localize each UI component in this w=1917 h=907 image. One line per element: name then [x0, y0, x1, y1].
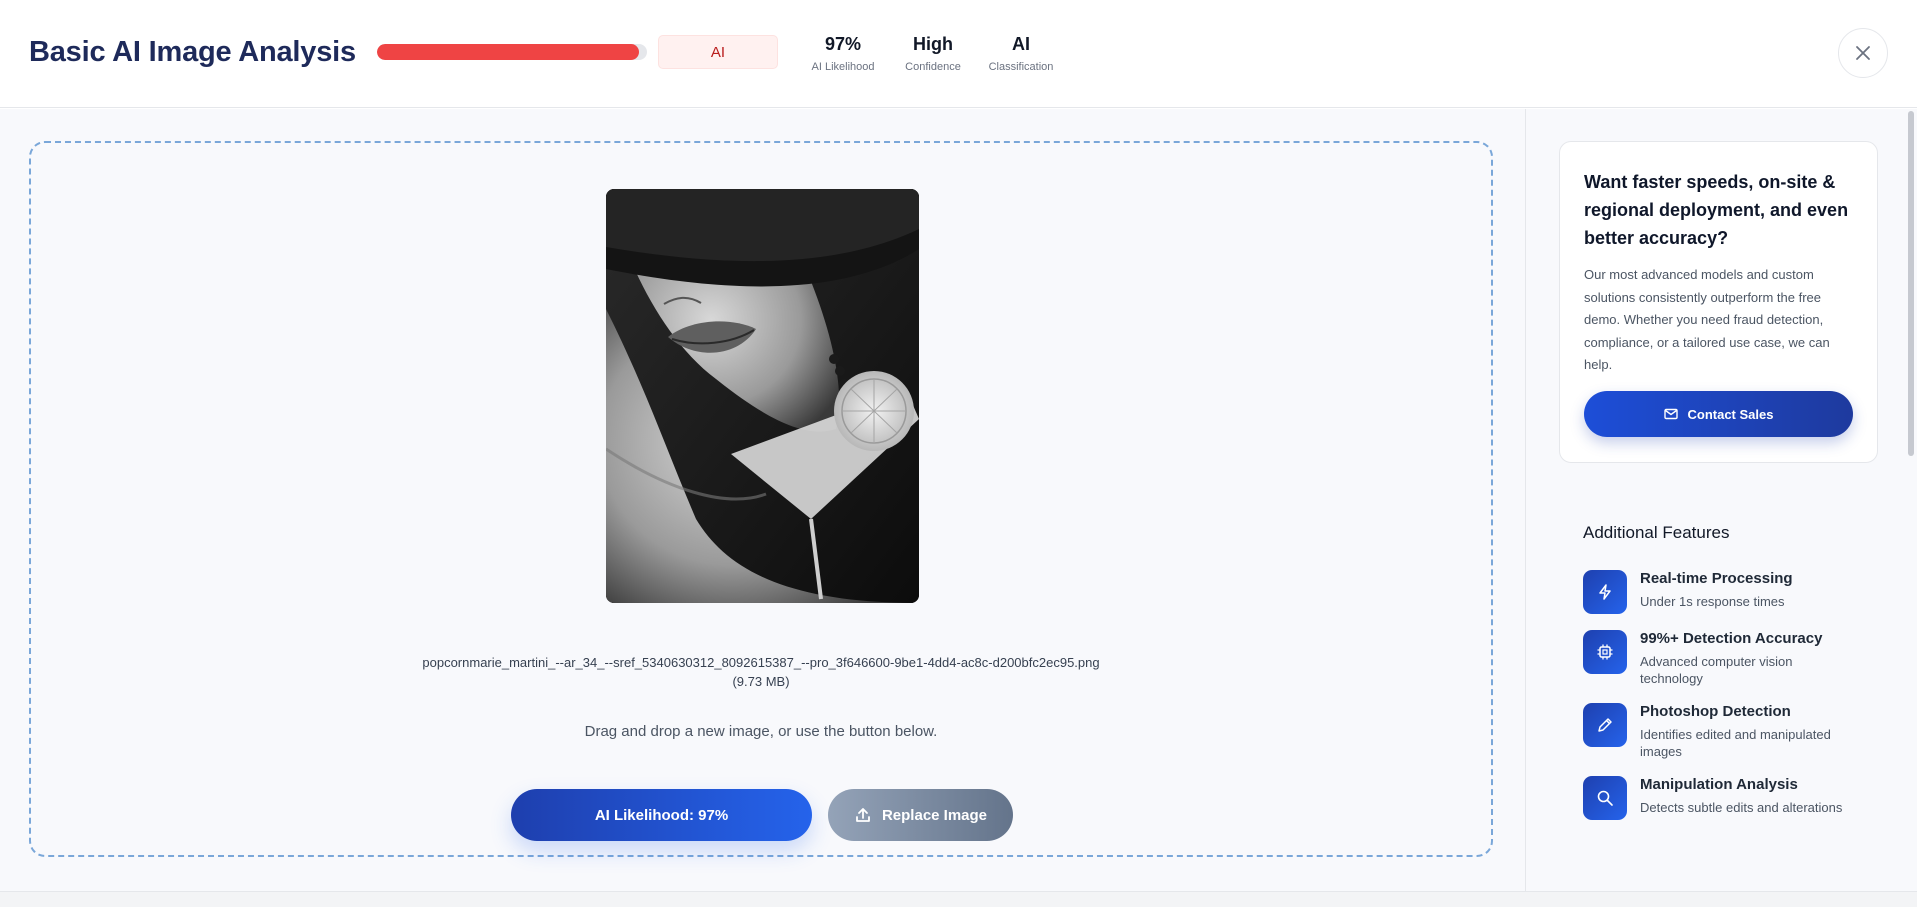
- feature-title: 99%+ Detection Accuracy: [1640, 630, 1823, 647]
- promo-heading: Want faster speeds, on-site & regional d…: [1584, 172, 1849, 248]
- contact-sales-label: Contact Sales: [1687, 406, 1774, 422]
- stat-value: AI: [1012, 34, 1030, 54]
- replace-image-button[interactable]: Replace Image: [828, 789, 1013, 841]
- chip-icon: [1583, 630, 1627, 674]
- sidebar-scrollbar[interactable]: [1908, 111, 1914, 456]
- stat-value: High: [913, 34, 953, 54]
- classification-badge: AI: [658, 35, 778, 69]
- feature-item: Real-time Processing Under 1s response t…: [1583, 570, 1863, 630]
- feature-description: Detects subtle edits and alterations: [1640, 800, 1843, 815]
- file-name: popcornmarie_martini_--ar_34_--sref_5340…: [422, 655, 1100, 689]
- main-area: popcornmarie_martini_--ar_34_--sref_5340…: [0, 109, 1525, 891]
- mail-icon: [1663, 408, 1678, 420]
- feature-description: Under 1s response times: [1640, 594, 1785, 609]
- close-icon: [1856, 46, 1870, 60]
- feature-description: Advanced computer vision technology: [1640, 654, 1793, 686]
- upload-icon: [856, 808, 870, 822]
- search-icon: [1583, 776, 1627, 820]
- close-button[interactable]: [1838, 28, 1888, 78]
- pencil-icon: [1583, 703, 1627, 747]
- header: Basic AI Image Analysis AI 97% AI Likeli…: [0, 0, 1917, 108]
- stat-ai-likelihood: 97% AI Likelihood: [808, 34, 878, 73]
- contact-sales-button[interactable]: Contact Sales: [1584, 391, 1853, 437]
- feature-item: 99%+ Detection Accuracy Advanced compute…: [1583, 630, 1863, 690]
- feature-title: Real-time Processing: [1640, 570, 1793, 587]
- feature-item: Photoshop Detection Identifies edited an…: [1583, 703, 1863, 763]
- stat-value: 97%: [824, 34, 862, 54]
- features-heading: Additional Features: [1583, 523, 1730, 542]
- drop-hint: Drag and drop a new image, or use the bu…: [584, 723, 938, 740]
- replace-image-button-label: Replace Image: [881, 806, 988, 824]
- stat-label: AI Likelihood: [811, 61, 875, 73]
- sidebar: Want faster speeds, on-site & regional d…: [1525, 109, 1917, 891]
- progress-fill: [377, 44, 639, 60]
- page-title: Basic AI Image Analysis: [29, 36, 356, 68]
- portrait-image: [606, 189, 919, 603]
- feature-title: Manipulation Analysis: [1640, 776, 1798, 793]
- stat-label: Classification: [988, 61, 1054, 73]
- feature-title: Photoshop Detection: [1640, 703, 1791, 720]
- feature-description: Identifies edited and manipulated images: [1640, 727, 1831, 759]
- promo-body: Our most advanced models and custom solu…: [1584, 267, 1830, 372]
- stat-label: Confidence: [905, 61, 961, 73]
- ai-likelihood-progress-bar: [377, 44, 647, 60]
- ai-likelihood-button[interactable]: AI Likelihood: 97%: [511, 789, 812, 841]
- lightning-icon: [1583, 570, 1627, 614]
- image-dropzone[interactable]: popcornmarie_martini_--ar_34_--sref_5340…: [29, 141, 1493, 857]
- feature-item: Manipulation Analysis Detects subtle edi…: [1583, 776, 1863, 836]
- stat-confidence: High Confidence: [898, 34, 968, 73]
- sales-promo-card: Want faster speeds, on-site & regional d…: [1559, 141, 1878, 463]
- uploaded-image-preview: [606, 189, 919, 603]
- footer-strip: [0, 891, 1917, 907]
- stat-classification: AI Classification: [985, 34, 1057, 73]
- ai-likelihood-button-label: AI Likelihood: 97%: [594, 806, 729, 824]
